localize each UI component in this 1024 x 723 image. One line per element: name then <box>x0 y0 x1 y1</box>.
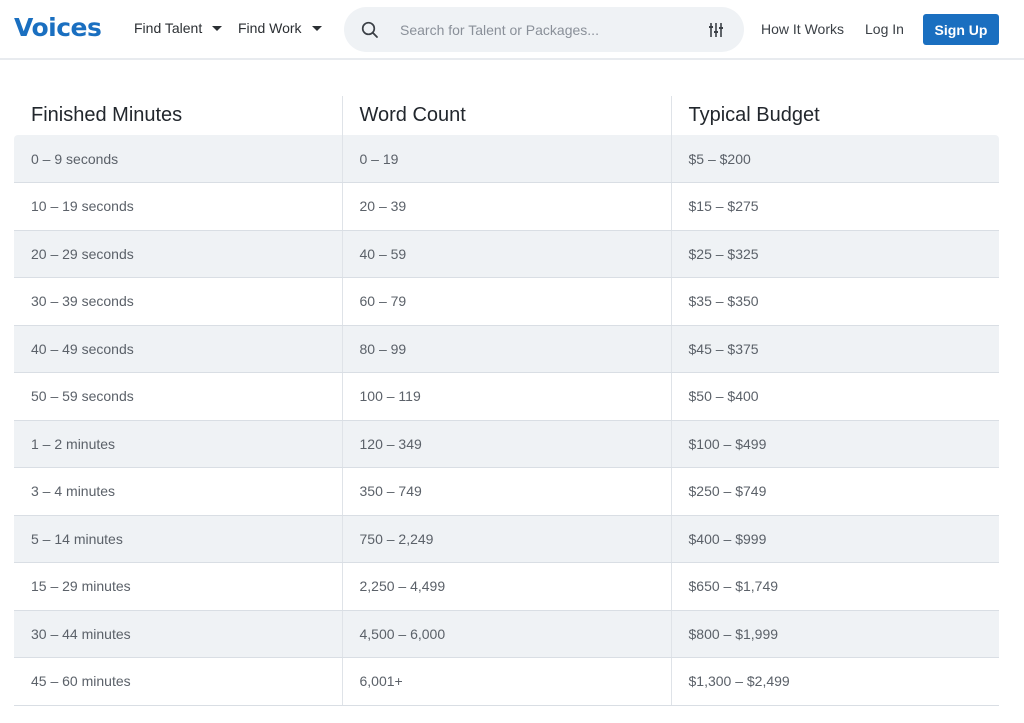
column-header-finished-minutes: Finished Minutes <box>31 104 183 126</box>
typical-budget-cell: $45 – $375 <box>670 325 999 373</box>
finished-minutes-cell: 40 – 49 seconds <box>14 325 342 373</box>
table-row: 0 – 9 seconds 0 – 19 $5 – $200 <box>14 135 999 183</box>
find-talent-label: Find Talent <box>134 20 203 36</box>
finished-minutes-cell: 45 – 60 minutes <box>14 657 342 706</box>
typical-budget-cell: $50 – $400 <box>670 372 999 421</box>
table-row: 20 – 29 seconds 40 – 59 $25 – $325 <box>14 230 999 278</box>
site-header: Voices Find Talent Find Work How It Work… <box>0 0 1024 60</box>
typical-budget-cell: $400 – $999 <box>670 515 999 563</box>
log-in-link[interactable]: Log In <box>865 21 904 37</box>
search-input[interactable] <box>400 19 700 41</box>
word-count-cell: 350 – 749 <box>341 467 671 516</box>
table-row: 10 – 19 seconds 20 – 39 $15 – $275 <box>14 182 999 231</box>
finished-minutes-cell: 20 – 29 seconds <box>14 230 342 278</box>
typical-budget-cell: $1,300 – $2,499 <box>670 657 999 706</box>
word-count-cell: 100 – 119 <box>341 372 671 421</box>
typical-budget-cell: $15 – $275 <box>670 182 999 231</box>
pricing-table: Finished Minutes Word Count Typical Budg… <box>14 96 999 706</box>
word-count-cell: 750 – 2,249 <box>341 515 671 563</box>
finished-minutes-cell: 50 – 59 seconds <box>14 372 342 421</box>
find-work-dropdown[interactable]: Find Work <box>238 20 322 36</box>
column-header-typical-budget: Typical Budget <box>670 96 999 135</box>
search-icon[interactable] <box>360 20 380 40</box>
sliders-icon[interactable] <box>708 21 724 39</box>
table-header: Finished Minutes Word Count Typical Budg… <box>14 96 999 135</box>
word-count-cell: 20 – 39 <box>341 182 671 231</box>
finished-minutes-cell: 10 – 19 seconds <box>14 182 342 231</box>
word-count-cell: 120 – 349 <box>341 420 671 468</box>
word-count-cell: 2,250 – 4,499 <box>341 562 671 611</box>
find-talent-dropdown[interactable]: Find Talent <box>134 20 223 36</box>
word-count-cell: 40 – 59 <box>341 230 671 278</box>
typical-budget-cell: $35 – $350 <box>670 277 999 326</box>
table-row: 30 – 39 seconds 60 – 79 $35 – $350 <box>14 277 999 326</box>
word-count-cell: 0 – 19 <box>341 135 671 183</box>
table-row: 3 – 4 minutes 350 – 749 $250 – $749 <box>14 467 999 516</box>
caret-down-icon <box>212 26 223 31</box>
column-header-word-count: Word Count <box>341 96 671 135</box>
header-row: Finished Minutes Word Count Typical Budg… <box>14 96 999 135</box>
typical-budget-cell: $800 – $1,999 <box>670 610 999 658</box>
how-it-works-link[interactable]: How It Works <box>761 21 844 37</box>
find-work-label: Find Work <box>238 20 302 36</box>
typical-budget-cell: $650 – $1,749 <box>670 562 999 611</box>
table-row: 45 – 60 minutes 6,001+ $1,300 – $2,499 <box>14 657 999 706</box>
caret-down-icon <box>311 26 322 31</box>
finished-minutes-cell: 30 – 44 minutes <box>14 610 342 658</box>
word-count-cell: 4,500 – 6,000 <box>341 610 671 658</box>
word-count-cell: 60 – 79 <box>341 277 671 326</box>
finished-minutes-cell: 3 – 4 minutes <box>14 467 342 516</box>
finished-minutes-cell: 5 – 14 minutes <box>14 515 342 563</box>
finished-minutes-cell: 30 – 39 seconds <box>14 277 342 326</box>
voices-logo[interactable]: Voices <box>14 13 102 42</box>
typical-budget-cell: $250 – $749 <box>670 467 999 516</box>
table-row: 40 – 49 seconds 80 – 99 $45 – $375 <box>14 325 999 373</box>
typical-budget-cell: $5 – $200 <box>670 135 999 183</box>
table-row: 5 – 14 minutes 750 – 2,249 $400 – $999 <box>14 515 999 563</box>
typical-budget-cell: $100 – $499 <box>670 420 999 468</box>
finished-minutes-cell: 15 – 29 minutes <box>14 562 342 611</box>
table-row: 15 – 29 minutes 2,250 – 4,499 $650 – $1,74… <box>14 562 999 611</box>
table-row: 30 – 44 minutes 4,500 – 6,000 $800 – $1,99… <box>14 610 999 658</box>
table-row: 50 – 59 seconds 100 – 119 $50 – $400 <box>14 372 999 421</box>
table-body: 0 – 9 seconds 0 – 19 $5 – $200 10 – 19 seco… <box>14 135 999 706</box>
word-count-cell: 6,001+ <box>341 657 671 706</box>
search-bar <box>344 7 744 52</box>
finished-minutes-cell: 1 – 2 minutes <box>14 420 342 468</box>
typical-budget-cell: $25 – $325 <box>670 230 999 278</box>
pricing-table-container: Finished Minutes Word Count Typical Budg… <box>14 96 999 706</box>
sign-up-button[interactable]: Sign Up <box>923 14 999 45</box>
word-count-cell: 80 – 99 <box>341 325 671 373</box>
finished-minutes-cell: 0 – 9 seconds <box>14 135 342 183</box>
table-row: 1 – 2 minutes 120 – 349 $100 – $499 <box>14 420 999 468</box>
